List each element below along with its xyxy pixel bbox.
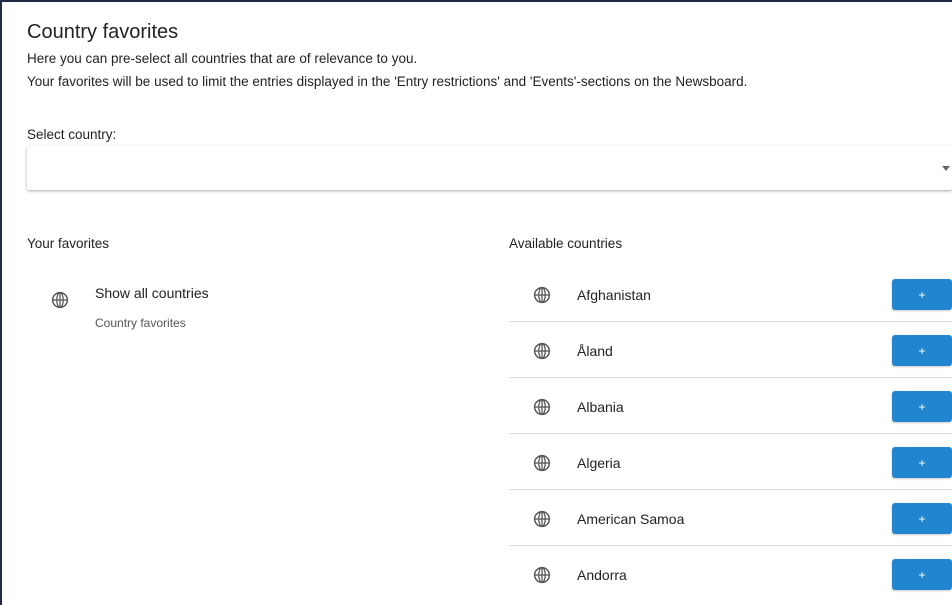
globe-icon xyxy=(533,510,551,528)
add-american-samoa-button[interactable]: + xyxy=(892,503,952,534)
caret-down-icon[interactable] xyxy=(942,166,950,171)
country-name: Andorra xyxy=(577,567,627,583)
add-andorra-button[interactable]: + xyxy=(892,559,952,590)
page-title: Country favorites xyxy=(27,21,179,43)
globe-icon xyxy=(533,286,551,304)
favorite-item-subtitle: Country favorites xyxy=(95,316,186,330)
list-item-andorra: Andorra + xyxy=(509,546,952,602)
list-item-american-samoa: American Samoa + xyxy=(509,490,952,546)
intro-text-line-2: Your favorites will be used to limit the… xyxy=(27,74,748,89)
intro-text-line-1: Here you can pre-select all countries th… xyxy=(27,51,418,66)
favorite-item-title: Show all countries xyxy=(95,285,209,301)
globe-icon xyxy=(533,454,551,472)
country-name: Afghanistan xyxy=(577,287,651,303)
list-item-algeria: Algeria + xyxy=(509,434,952,490)
list-item-aland: Åland + xyxy=(509,322,952,378)
add-algeria-button[interactable]: + xyxy=(892,447,952,478)
country-select-dropdown[interactable] xyxy=(27,146,952,190)
globe-icon xyxy=(533,566,551,584)
country-name: American Samoa xyxy=(577,511,685,527)
available-countries-heading: Available countries xyxy=(509,236,623,251)
favorites-heading: Your favorites xyxy=(27,236,110,251)
favorite-item-show-all[interactable]: Show all countries Country favorites xyxy=(51,285,351,335)
globe-icon xyxy=(51,291,69,309)
list-item-afghanistan: Afghanistan + xyxy=(509,266,952,322)
country-name: Algeria xyxy=(577,455,621,471)
country-name: Åland xyxy=(577,343,613,359)
available-countries-list: Afghanistan + Åland + Albania + Algeria … xyxy=(509,266,952,602)
country-name: Albania xyxy=(577,399,624,415)
globe-icon xyxy=(533,342,551,360)
globe-icon xyxy=(533,398,551,416)
add-aland-button[interactable]: + xyxy=(892,335,952,366)
list-item-albania: Albania + xyxy=(509,378,952,434)
add-albania-button[interactable]: + xyxy=(892,391,952,422)
add-afghanistan-button[interactable]: + xyxy=(892,279,952,310)
country-favorites-panel: Country favorites Here you can pre-selec… xyxy=(27,0,952,605)
select-country-label: Select country: xyxy=(27,127,117,142)
